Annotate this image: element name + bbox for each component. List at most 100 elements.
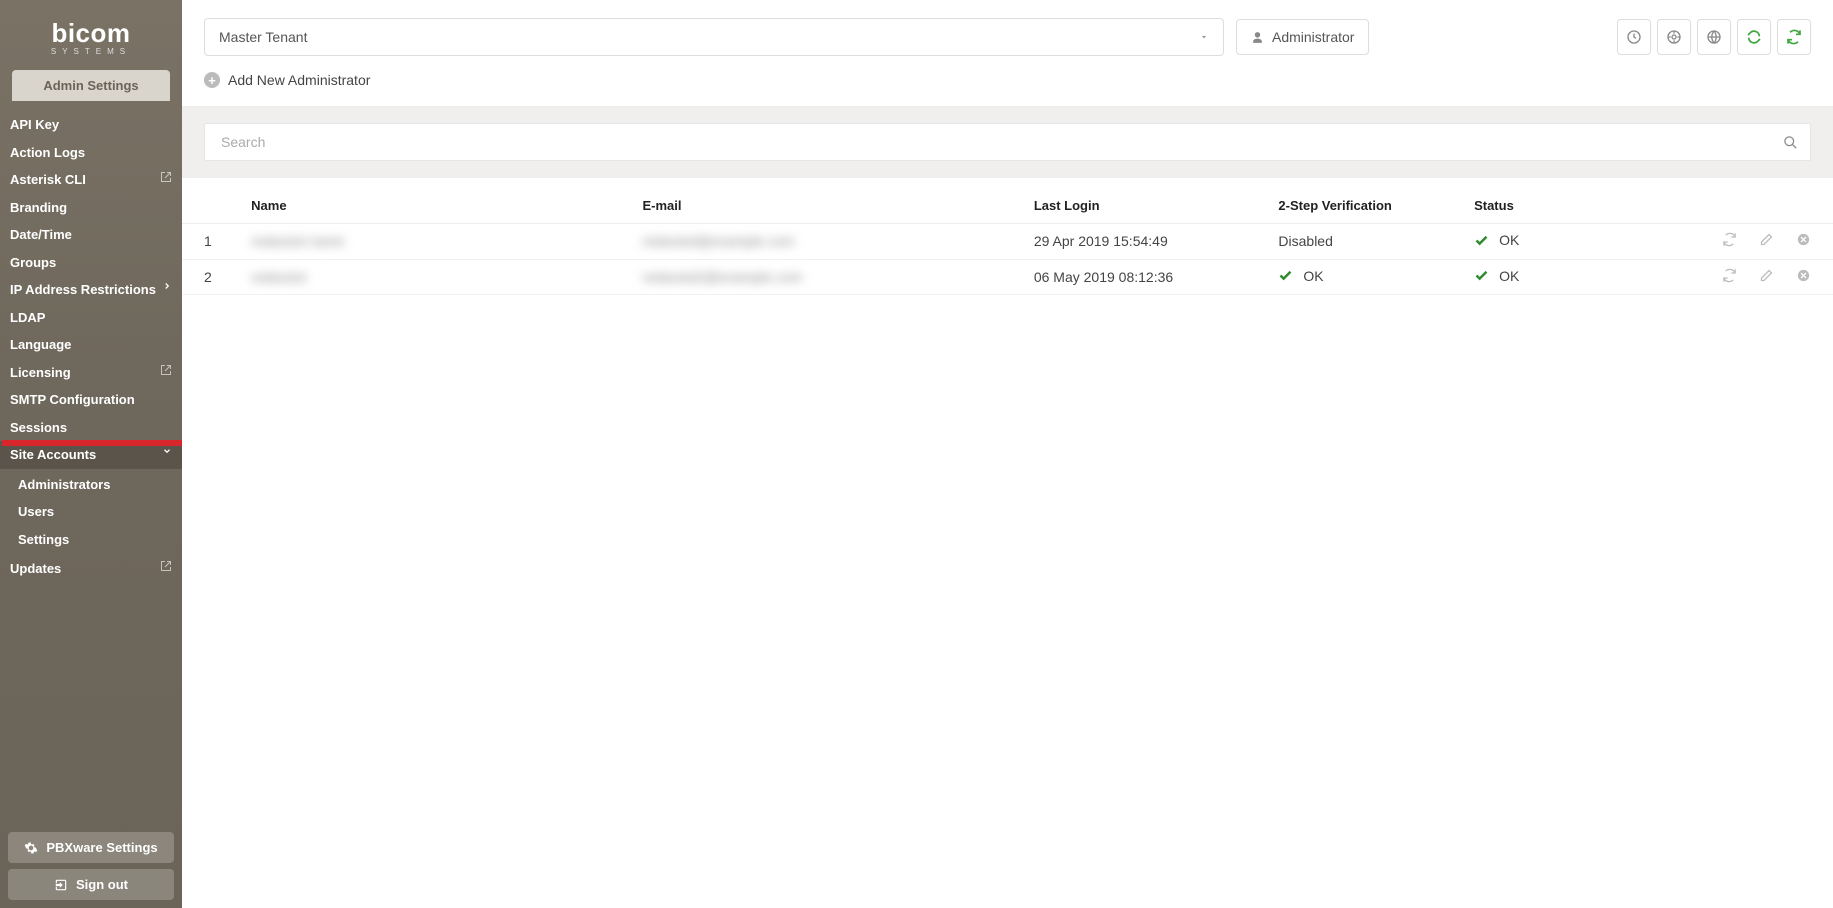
- table-header-idx: [182, 188, 243, 224]
- sidebar-item-action-logs[interactable]: Action Logs: [0, 139, 182, 167]
- main-content: Master Tenant Administrator: [182, 0, 1833, 908]
- external-link-icon: [160, 364, 172, 376]
- site-accounts-submenu: Administrators Users Settings: [0, 469, 182, 556]
- sidebar-item-label: Groups: [10, 255, 56, 270]
- sidebar-item-api-key[interactable]: API Key: [0, 111, 182, 139]
- sidebar-item-label: Users: [18, 504, 54, 519]
- sidebar-item-site-accounts[interactable]: Site Accounts: [0, 441, 182, 469]
- external-link-icon: [160, 560, 172, 572]
- administrators-table: Name E-mail Last Login 2-Step Verificati…: [182, 188, 1833, 295]
- sidebar-item-label: Updates: [10, 561, 61, 576]
- row-last-login: 29 Apr 2019 15:54:49: [1026, 224, 1271, 260]
- row-email: redacted2@example.com: [642, 269, 802, 285]
- search-icon[interactable]: [1783, 135, 1798, 150]
- administrator-button[interactable]: Administrator: [1236, 19, 1369, 55]
- sidebar-item-label: Settings: [18, 532, 69, 547]
- sidebar-item-licensing[interactable]: Licensing: [0, 359, 182, 387]
- chevron-right-icon: [162, 281, 172, 291]
- row-2step-text: OK: [1303, 268, 1323, 284]
- row-refresh-icon[interactable]: [1722, 232, 1737, 247]
- logo-brand: bicom: [51, 18, 130, 48]
- sync-icon-button[interactable]: [1777, 19, 1811, 55]
- admin-settings-tab[interactable]: Admin Settings: [12, 70, 170, 101]
- row-2step: Disabled: [1270, 224, 1466, 260]
- sidebar-item-label: Language: [10, 337, 71, 352]
- add-administrator-label: Add New Administrator: [228, 72, 370, 88]
- sidebar-item-label: Action Logs: [10, 145, 85, 160]
- sidebar-item-label: Site Accounts: [10, 447, 96, 462]
- sidebar-item-groups[interactable]: Groups: [0, 249, 182, 277]
- add-administrator-link[interactable]: + Add New Administrator: [204, 72, 370, 88]
- tenant-select-value: Master Tenant: [219, 29, 307, 45]
- sidebar-item-label: IP Address Restrictions: [10, 282, 156, 297]
- user-icon: [1251, 31, 1264, 44]
- clock-icon-button[interactable]: [1617, 19, 1651, 55]
- row-index: 2: [182, 259, 243, 295]
- sidebar-nav: API Key Action Logs Asterisk CLI Brandin…: [0, 107, 182, 587]
- sidebar-subitem-administrators[interactable]: Administrators: [0, 471, 182, 499]
- sidebar-item-branding[interactable]: Branding: [0, 194, 182, 222]
- row-status-text: OK: [1499, 232, 1519, 248]
- sidebar-item-label: Asterisk CLI: [10, 172, 86, 187]
- sidebar-item-label: API Key: [10, 117, 59, 132]
- search-bar-wrap: [182, 106, 1833, 178]
- row-actions: [1682, 268, 1811, 283]
- sidebar-item-smtp[interactable]: SMTP Configuration: [0, 386, 182, 414]
- sidebar-item-label: Branding: [10, 200, 67, 215]
- caret-down-icon: [1199, 32, 1209, 42]
- check-icon: [1474, 233, 1489, 248]
- sidebar-item-language[interactable]: Language: [0, 331, 182, 359]
- refresh-icon-button[interactable]: [1737, 19, 1771, 55]
- table-row[interactable]: 2 redacted redacted2@example.com 06 May …: [182, 259, 1833, 295]
- table-header-name[interactable]: Name: [243, 188, 634, 224]
- row-delete-icon[interactable]: [1796, 232, 1811, 247]
- table-header-actions: [1674, 188, 1833, 224]
- sidebar-subitem-settings[interactable]: Settings: [0, 526, 182, 554]
- row-email: redacted@example.com: [642, 233, 794, 249]
- row-edit-icon[interactable]: [1759, 232, 1774, 247]
- sidebar-button-label: PBXware Settings: [46, 840, 157, 855]
- logo-sub: SYSTEMS: [0, 47, 182, 56]
- sidebar-item-updates[interactable]: Updates: [0, 555, 182, 583]
- search-box: [204, 123, 1811, 161]
- sidebar-item-ip-restrictions[interactable]: IP Address Restrictions: [0, 276, 182, 304]
- administrator-button-label: Administrator: [1272, 29, 1354, 45]
- gear-icon: [24, 841, 38, 855]
- row-status: OK: [1474, 268, 1519, 284]
- row-name: redacted: [251, 269, 305, 285]
- add-row: + Add New Administrator: [182, 62, 1833, 106]
- sidebar-subitem-users[interactable]: Users: [0, 498, 182, 526]
- row-actions: [1682, 232, 1811, 247]
- pbxware-settings-button[interactable]: PBXware Settings: [8, 832, 174, 863]
- sidebar-item-date-time[interactable]: Date/Time: [0, 221, 182, 249]
- sidebar-submenu-wrap: Administrators Users Settings: [0, 469, 182, 556]
- table-header-last-login[interactable]: Last Login: [1026, 188, 1271, 224]
- sidebar-item-sessions[interactable]: Sessions: [0, 414, 182, 442]
- table-header-row: Name E-mail Last Login 2-Step Verificati…: [182, 188, 1833, 224]
- search-input[interactable]: [217, 124, 1783, 160]
- sign-out-button[interactable]: Sign out: [8, 869, 174, 900]
- table-header-status[interactable]: Status: [1466, 188, 1674, 224]
- row-refresh-icon[interactable]: [1722, 268, 1737, 283]
- support-icon-button[interactable]: [1657, 19, 1691, 55]
- sidebar-item-label: Date/Time: [10, 227, 72, 242]
- chevron-down-icon: [162, 446, 172, 456]
- sidebar-item-label: Administrators: [18, 477, 110, 492]
- tenant-select[interactable]: Master Tenant: [204, 18, 1224, 56]
- row-delete-icon[interactable]: [1796, 268, 1811, 283]
- sign-out-icon: [54, 878, 68, 892]
- sidebar-bottom: PBXware Settings Sign out: [8, 826, 174, 900]
- plus-circle-icon: +: [204, 72, 220, 88]
- row-status: OK: [1474, 232, 1519, 248]
- sidebar-item-ldap[interactable]: LDAP: [0, 304, 182, 332]
- sidebar-item-label: LDAP: [10, 310, 45, 325]
- row-index: 1: [182, 224, 243, 260]
- sidebar-button-label: Sign out: [76, 877, 128, 892]
- row-2step: OK: [1278, 268, 1323, 284]
- sidebar-item-asterisk-cli[interactable]: Asterisk CLI: [0, 166, 182, 194]
- table-row[interactable]: 1 redacted name redacted@example.com 29 …: [182, 224, 1833, 260]
- table-header-2step[interactable]: 2-Step Verification: [1270, 188, 1466, 224]
- globe-icon-button[interactable]: [1697, 19, 1731, 55]
- table-header-email[interactable]: E-mail: [634, 188, 1025, 224]
- row-edit-icon[interactable]: [1759, 268, 1774, 283]
